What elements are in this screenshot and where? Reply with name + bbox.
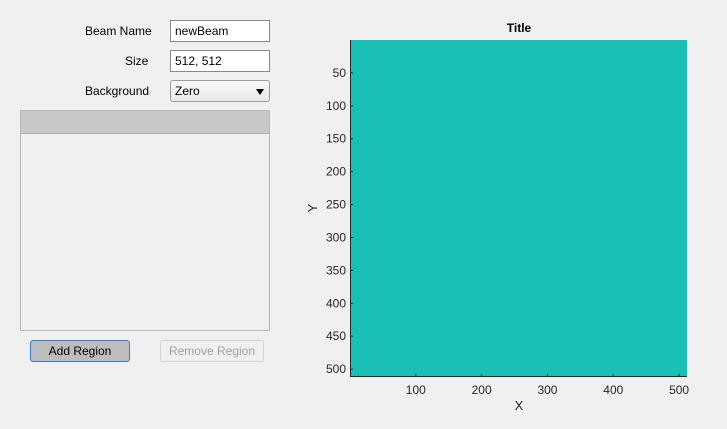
x-tick-label: 100 [406,383,426,397]
y-tick-label: 500 [326,362,346,376]
y-tick-label: 400 [326,296,346,310]
x-tick-label: 200 [472,383,492,397]
x-tick-label: 400 [603,383,623,397]
x-tick-label: 300 [537,383,557,397]
y-ticks: 50 100 150 200 250 300 350 400 450 500 [326,66,353,376]
y-tick-label: 50 [333,66,347,80]
y-tick-label: 150 [326,132,346,146]
x-tick-label: 500 [669,383,689,397]
y-tick-label: 300 [326,230,346,244]
y-tick-label: 450 [326,329,346,343]
beam-plot: Title 100 200 300 400 500 50 100 150 200 250 300 3… [305,21,689,413]
y-tick-label: 200 [326,165,346,179]
y-tick-label: 350 [326,263,346,277]
y-tick-label: 100 [326,99,346,113]
y-tick-label: 250 [326,198,346,212]
plot-title: Title [507,21,532,35]
y-axis-label: Y [305,203,320,212]
beam-image[interactable] [350,40,687,377]
x-axis-label: X [515,398,524,413]
x-ticks: 100 200 300 400 500 [406,374,689,397]
